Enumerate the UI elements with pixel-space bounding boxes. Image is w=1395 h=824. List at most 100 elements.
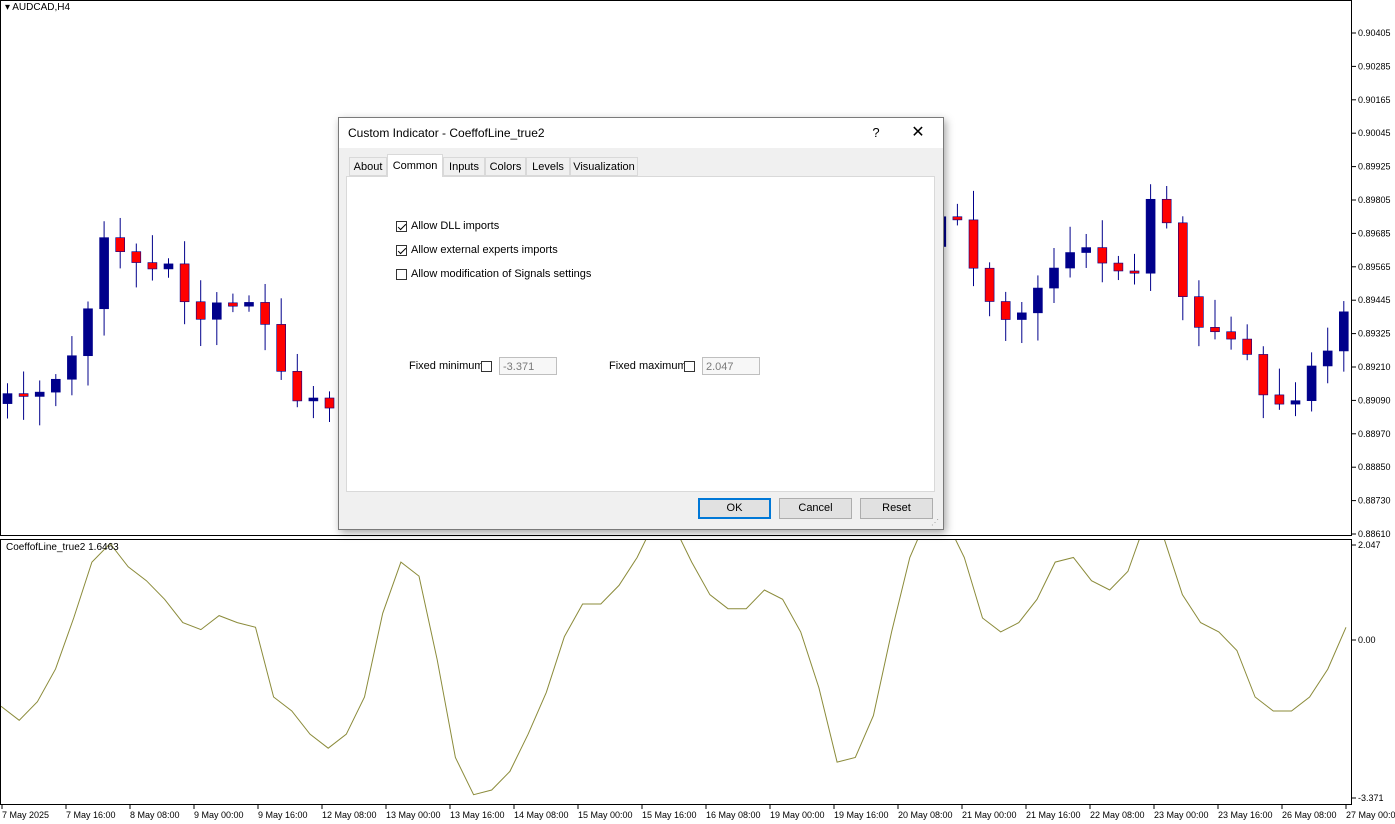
allow-dll-row[interactable]: Allow DLL imports — [396, 218, 499, 234]
candle-body — [1081, 247, 1091, 253]
candle-body — [1242, 338, 1252, 355]
price-tick-label: 0.90165 — [1358, 95, 1391, 105]
time-tick-label: 21 May 00:00 — [962, 810, 1017, 820]
price-tick-label: 0.89445 — [1358, 295, 1391, 305]
chevron-down-icon[interactable]: ▾ — [5, 2, 10, 13]
candle-body — [260, 302, 270, 325]
candle-body — [1065, 252, 1075, 269]
time-tick-label: 13 May 16:00 — [450, 810, 505, 820]
tab-inputs[interactable]: Inputs — [443, 157, 485, 176]
candle-body — [1290, 400, 1301, 405]
tab-visualization[interactable]: Visualization — [570, 157, 638, 176]
candle-body — [228, 302, 238, 307]
reset-button[interactable]: Reset — [860, 498, 933, 519]
candle-body — [1145, 198, 1156, 274]
fixed-minimum-field[interactable]: -3.371 — [499, 357, 557, 375]
candle-body — [984, 267, 995, 302]
price-tick-label: 0.90405 — [1358, 28, 1391, 38]
candle-body — [1016, 312, 1027, 320]
indicator-tick-label: 2.047 — [1358, 540, 1381, 550]
allow-signals-label: Allow modification of Signals settings — [411, 268, 592, 280]
candle-body — [968, 219, 979, 269]
candle-body — [18, 393, 29, 397]
time-tick-label: 19 May 00:00 — [770, 810, 825, 820]
ok-button[interactable]: OK — [698, 498, 771, 519]
indicator-name-label: CoeffofLine_true2 1.6463 — [6, 542, 119, 553]
price-tick-label: 0.90045 — [1358, 128, 1391, 138]
fixed-maximum-label: Fixed maximum — [609, 360, 687, 372]
tab-levels[interactable]: Levels — [526, 157, 570, 176]
time-tick-label: 14 May 08:00 — [514, 810, 569, 820]
time-tick-label: 26 May 08:00 — [1282, 810, 1337, 820]
candle-body — [1097, 247, 1108, 264]
allow-dll-checkbox[interactable] — [396, 220, 407, 232]
time-tick-label: 15 May 00:00 — [578, 810, 633, 820]
price-axis: 0.90405 0.90285 0.90165 0.90045 0.89925 0.898… — [1352, 28, 1391, 539]
candle-body — [99, 237, 109, 310]
price-tick-label: 0.89925 — [1358, 162, 1391, 172]
fixed-minimum-label: Fixed minimum — [409, 360, 484, 372]
candle-body — [1178, 222, 1188, 297]
allow-external-row[interactable]: Allow external experts imports — [396, 242, 558, 258]
candle-body — [308, 397, 319, 402]
candle-body — [952, 216, 963, 221]
resize-grip-icon[interactable]: ⋰ — [931, 518, 940, 527]
tab-about[interactable]: About — [349, 157, 387, 176]
price-tick-label: 0.89805 — [1358, 195, 1391, 205]
time-tick-label: 12 May 08:00 — [322, 810, 377, 820]
tab-common[interactable]: Common — [387, 154, 443, 177]
allow-signals-checkbox[interactable] — [396, 268, 407, 280]
price-tick-label: 0.89565 — [1358, 262, 1391, 272]
allow-external-checkbox[interactable] — [396, 244, 407, 256]
price-tick-label: 0.88730 — [1358, 496, 1391, 506]
time-tick-label: 22 May 08:00 — [1090, 810, 1145, 820]
time-tick-label: 7 May 2025 — [2, 810, 49, 820]
allow-signals-row[interactable]: Allow modification of Signals settings — [396, 266, 591, 282]
help-button[interactable]: ? — [861, 118, 891, 148]
candle-body — [1049, 267, 1059, 289]
candle-body — [244, 302, 254, 307]
candle-body — [147, 262, 158, 270]
candle-body — [179, 263, 190, 303]
time-tick-label: 21 May 16:00 — [1026, 810, 1081, 820]
candle-body — [212, 302, 222, 320]
indicator-tick-label: 0.00 — [1358, 635, 1376, 645]
tab-colors[interactable]: Colors — [485, 157, 526, 176]
price-tick-label: 0.90285 — [1358, 61, 1391, 71]
time-tick-label: 16 May 08:00 — [706, 810, 761, 820]
time-tick-label: 7 May 16:00 — [66, 810, 116, 820]
indicator-pane[interactable] — [0, 515, 1352, 805]
price-tick-label: 0.88850 — [1358, 462, 1391, 472]
price-tick-label: 0.89210 — [1358, 362, 1391, 372]
candle-body — [67, 355, 77, 380]
candle-body — [1113, 262, 1124, 272]
candle-body — [163, 263, 174, 270]
dialog-title: Custom Indicator - CoeffofLine_true2 — [348, 126, 545, 140]
indicator-line-chart — [0, 515, 1347, 796]
dialog-titlebar[interactable]: Custom Indicator - CoeffofLine_true2 ? ✕ — [339, 118, 943, 148]
symbol-label: ▾ AUDCAD,H4 — [5, 2, 71, 13]
indicator-series-line — [0, 515, 1347, 796]
time-tick-label: 8 May 08:00 — [130, 810, 180, 820]
candle-body — [1258, 354, 1269, 396]
time-tick-label: 9 May 00:00 — [194, 810, 244, 820]
candle-body — [1274, 394, 1285, 405]
indicator-tick-label: -3.371 — [1358, 793, 1384, 803]
candle-body — [1161, 198, 1172, 224]
candle-body — [50, 378, 61, 393]
common-tab-panel: Allow DLL imports Allow external experts… — [346, 176, 935, 492]
candle-body — [1322, 350, 1333, 367]
fixed-maximum-checkbox[interactable] — [684, 361, 695, 372]
fixed-maximum-field[interactable]: 2.047 — [702, 357, 760, 375]
close-icon[interactable]: ✕ — [903, 118, 933, 148]
time-tick-label: 15 May 16:00 — [642, 810, 697, 820]
fixed-minimum-checkbox[interactable] — [481, 361, 492, 372]
candle-body — [1000, 301, 1011, 320]
candle-body — [324, 397, 335, 409]
price-tick-label: 0.89090 — [1358, 395, 1391, 405]
cancel-button[interactable]: Cancel — [779, 498, 852, 519]
candle-body — [292, 371, 303, 402]
candle-body — [115, 237, 125, 252]
candle-body — [34, 391, 45, 397]
time-tick-label: 23 May 00:00 — [1154, 810, 1209, 820]
